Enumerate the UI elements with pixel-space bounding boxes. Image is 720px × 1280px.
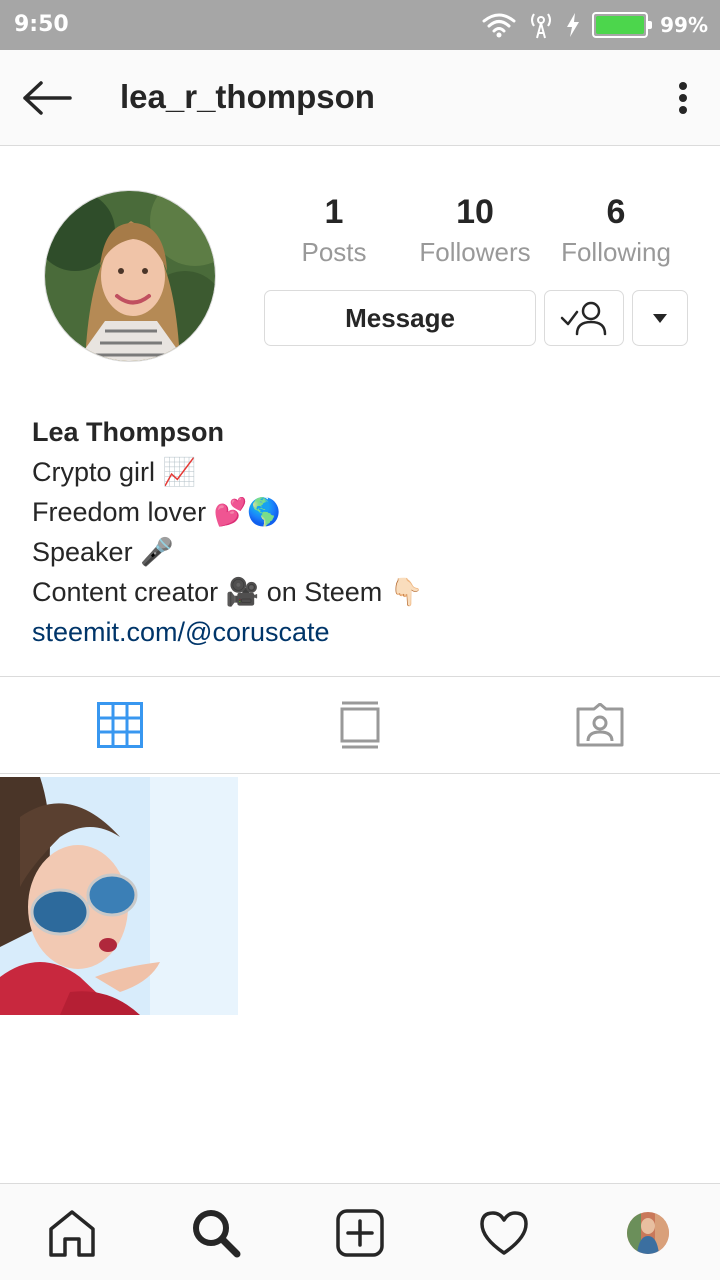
bio-line: Crypto girl 📈 — [32, 457, 197, 487]
stat-followers[interactable]: 10 Followers — [405, 190, 545, 270]
stat-followers-label: Followers — [419, 237, 531, 267]
bio-website-link[interactable]: steemit.com/@coruscate — [32, 612, 692, 652]
search-icon — [193, 1209, 241, 1257]
home-icon — [49, 1209, 95, 1257]
more-options-button[interactable] — [668, 76, 698, 120]
profile-stats: 1 Posts 10 Followers 6 Following — [264, 190, 688, 280]
bio-line: Freedom lover 💕🌎 — [32, 497, 281, 527]
profile-avatar — [627, 1211, 669, 1254]
status-icons: 99% — [482, 8, 708, 42]
wifi-icon — [482, 13, 516, 38]
profile-header: lea_r_thompson — [0, 50, 720, 146]
stat-posts-count: 1 — [324, 193, 344, 231]
back-button[interactable] — [18, 74, 76, 122]
profile-tabs — [0, 676, 720, 774]
bio-full-name: Lea Thompson — [32, 417, 225, 447]
stat-posts-label: Posts — [301, 237, 367, 267]
caret-down-icon — [653, 314, 667, 323]
status-bar: 9:50 99% — [0, 0, 720, 50]
heart-icon — [480, 1210, 528, 1255]
stat-following-count: 6 — [606, 193, 626, 231]
arrow-left-icon — [23, 81, 72, 115]
nav-new-post[interactable] — [288, 1184, 432, 1280]
suggestions-dropdown-button[interactable] — [632, 290, 688, 346]
nav-search[interactable] — [144, 1184, 288, 1280]
profile-avatar[interactable] — [44, 190, 216, 362]
stat-followers-count: 10 — [456, 193, 494, 231]
stat-following[interactable]: 6 Following — [546, 190, 686, 270]
nav-profile[interactable] — [576, 1184, 720, 1280]
tab-feed[interactable] — [240, 677, 480, 773]
nav-home[interactable] — [0, 1184, 144, 1280]
bottom-navigation — [0, 1183, 720, 1280]
nav-activity[interactable] — [432, 1184, 576, 1280]
more-vertical-icon — [679, 82, 687, 114]
tab-grid[interactable] — [0, 677, 240, 773]
stat-posts[interactable]: 1 Posts — [264, 190, 404, 270]
battery-percent: 99% — [660, 13, 708, 37]
message-button[interactable]: Message — [264, 290, 536, 346]
tab-tagged[interactable] — [480, 677, 720, 773]
profile-photo — [45, 191, 215, 361]
user-check-icon — [560, 301, 607, 336]
post-thumbnail[interactable] — [0, 777, 238, 1015]
signal-tower-icon — [531, 13, 552, 39]
feed-icon — [340, 701, 380, 749]
bio-line: Speaker 🎤 — [32, 537, 174, 567]
header-username: lea_r_thompson — [120, 78, 375, 115]
profile-bio: Lea Thompson Crypto girl 📈 Freedom lover… — [32, 412, 692, 652]
battery-icon — [592, 12, 653, 38]
status-time: 9:50 — [14, 12, 69, 37]
post-image — [0, 777, 238, 1015]
bio-line: Content creator 🎥 on Steem 👇🏻 — [32, 577, 424, 607]
stat-following-label: Following — [561, 237, 671, 267]
add-post-icon — [336, 1208, 384, 1257]
tagged-icon — [576, 703, 624, 747]
charging-icon — [567, 13, 580, 37]
grid-icon — [97, 702, 143, 748]
following-button[interactable] — [544, 290, 624, 346]
